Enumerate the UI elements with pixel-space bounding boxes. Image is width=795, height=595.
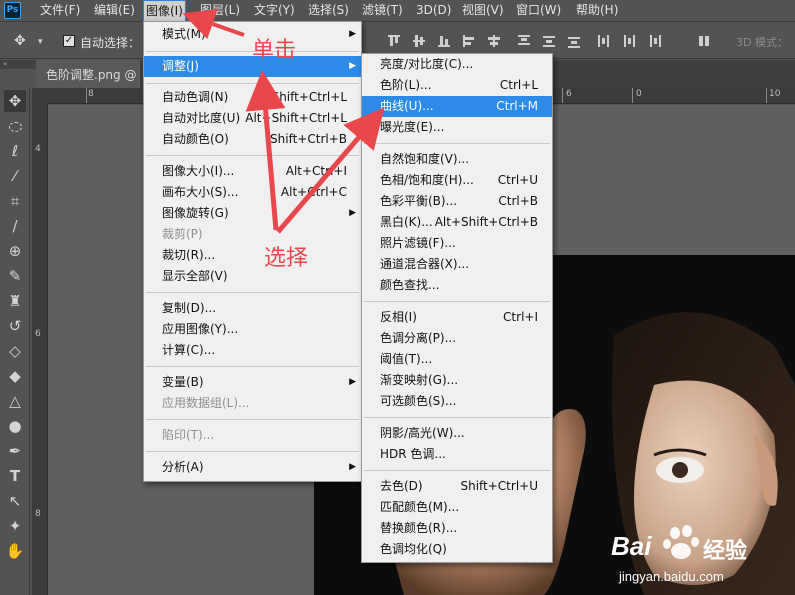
annotation-arrows	[182, 8, 385, 234]
baidu-watermark: Bai 经验 jingyan.baidu.com	[585, 525, 785, 595]
arrow-to-curves	[276, 107, 385, 234]
watermark-url: jingyan.baidu.com	[619, 569, 724, 584]
annotation-select: 选择	[264, 246, 309, 271]
watermark-brand: Bai	[611, 531, 652, 561]
arrow-to-adjustments	[245, 70, 286, 231]
arrow-to-image-menu	[182, 8, 245, 40]
watermark-brand-cn: 经验	[703, 539, 748, 564]
annotation-click: 单击	[252, 38, 297, 63]
